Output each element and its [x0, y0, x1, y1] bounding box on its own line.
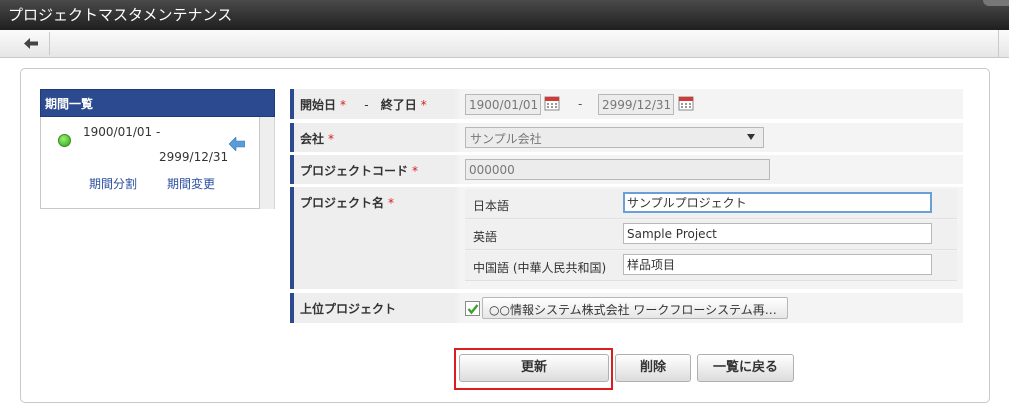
left-arrow-blue-icon[interactable] — [229, 137, 245, 151]
back-button[interactable] — [12, 32, 50, 55]
lang-label-en: 英語 — [473, 230, 498, 244]
project-name-en-row: 英語 — [465, 220, 957, 250]
period-to: 2999/12/31 — [159, 150, 229, 164]
period-value: - — [459, 89, 963, 119]
end-date-input[interactable] — [598, 94, 674, 115]
left-arrow-icon — [24, 38, 38, 49]
period-list-item[interactable]: 1900/01/01 - 2999/12/31 期間分割 期間変更 — [40, 117, 260, 209]
parent-project-row: 上位プロジェクト ○○情報システム株式会社 ワークフローシステム再… — [290, 293, 963, 323]
back-to-list-button[interactable]: 一覧に戻る — [697, 354, 794, 382]
project-name-ja-input[interactable] — [623, 192, 932, 213]
update-button[interactable]: 更新 — [459, 354, 609, 382]
company-label-text: 会社 — [300, 132, 325, 146]
project-name-label: プロジェクト名 * — [290, 187, 455, 289]
company-label: 会社 * — [290, 123, 455, 152]
end-date-label: 終了日 — [380, 98, 417, 112]
company-row: 会社 * サンプル会社 — [290, 123, 963, 152]
period-label-separator: - — [364, 98, 369, 112]
window-title: プロジェクトマスタメンテナンス — [8, 6, 233, 24]
lang-label-zh: 中国語 (中華人民共和国) — [473, 261, 607, 275]
project-name-label-text: プロジェクト名 — [300, 196, 385, 210]
company-selected-value: サンプル会社 — [470, 132, 542, 146]
project-code-value — [459, 155, 963, 184]
required-mark: * — [388, 196, 395, 210]
parent-project-value: ○○情報システム株式会社 ワークフローシステム再… — [459, 293, 963, 323]
project-code-label-text: プロジェクトコード — [300, 164, 409, 178]
toolbar-divider — [998, 30, 999, 58]
project-code-label: プロジェクトコード * — [290, 155, 455, 184]
parent-project-label: 上位プロジェクト — [290, 293, 455, 323]
project-name-ja-row: 日本語 — [465, 189, 957, 219]
chevron-down-icon — [747, 134, 755, 140]
required-mark: * — [420, 98, 427, 112]
delete-button[interactable]: 削除 — [615, 354, 691, 382]
parent-project-checkbox[interactable] — [465, 301, 480, 316]
start-date-label: 開始日 — [300, 98, 337, 112]
period-split-link[interactable]: 期間分割 — [89, 175, 137, 192]
required-mark: * — [412, 164, 419, 178]
checkmark-icon — [467, 304, 479, 315]
lang-label-ja: 日本語 — [473, 199, 510, 213]
green-status-icon — [58, 134, 71, 147]
parent-project-label-text: 上位プロジェクト — [300, 302, 397, 316]
required-mark: * — [328, 132, 335, 146]
project-code-input[interactable] — [465, 159, 770, 180]
period-list-scrollbar[interactable] — [260, 117, 275, 209]
company-select[interactable]: サンプル会社 — [465, 127, 764, 148]
project-name-en-input[interactable] — [623, 223, 932, 244]
toolbar — [0, 30, 1009, 58]
period-change-link[interactable]: 期間変更 — [167, 175, 215, 192]
project-code-row: プロジェクトコード * — [290, 155, 963, 184]
period-list-header: 期間一覧 — [40, 89, 275, 117]
project-name-row: プロジェクト名* 日本語 英語 中国語 (中華人民共和国) — [290, 187, 963, 289]
project-name-zh-row: 中国語 (中華人民共和国) — [465, 251, 957, 281]
required-mark: * — [340, 98, 347, 112]
start-date-input[interactable] — [465, 94, 541, 115]
period-row: 開始日* - 終了日* - — [290, 89, 963, 119]
period-label: 開始日 * - 終了日 * — [290, 89, 455, 119]
titlebar-corner — [983, 0, 1009, 6]
period-from: 1900/01/01 - — [83, 125, 161, 139]
period-list: 期間一覧 1900/01/01 - 2999/12/31 期間分割 期間変更 — [40, 89, 275, 209]
project-name-value: 日本語 英語 中国語 (中華人民共和国) — [459, 187, 963, 289]
project-name-zh-input[interactable] — [623, 254, 932, 275]
window-titlebar: プロジェクトマスタメンテナンス — [0, 0, 1009, 30]
company-value: サンプル会社 — [459, 123, 963, 152]
calendar-icon[interactable] — [544, 95, 560, 111]
date-range-separator: - — [578, 97, 583, 111]
parent-project-select-button[interactable]: ○○情報システム株式会社 ワークフローシステム再… — [482, 297, 788, 319]
calendar-icon[interactable] — [678, 95, 694, 111]
